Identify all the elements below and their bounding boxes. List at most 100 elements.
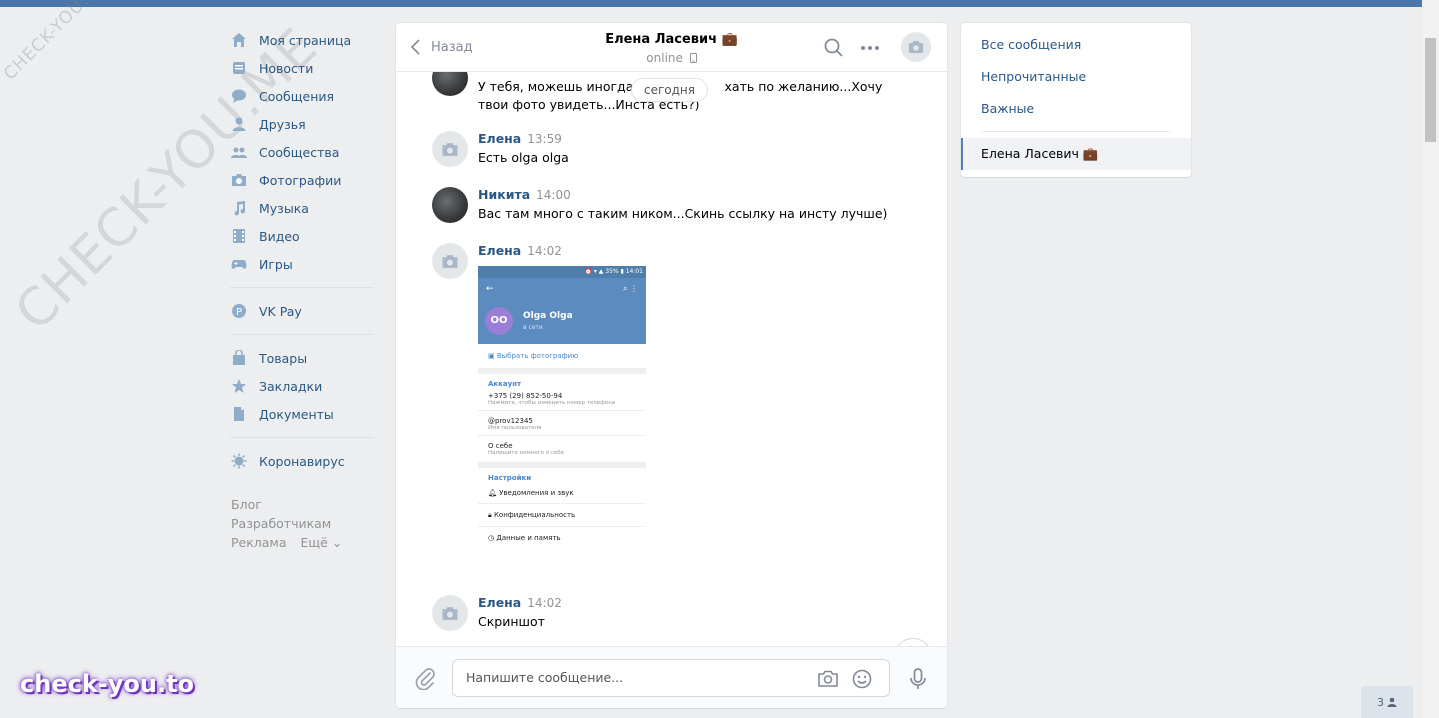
paperclip-icon[interactable] bbox=[414, 666, 436, 690]
bag-icon bbox=[230, 349, 248, 367]
footer-link-blog[interactable]: Блог bbox=[231, 497, 262, 512]
nav-photos[interactable]: Фотографии bbox=[229, 166, 374, 194]
briefcase-icon: 💼 bbox=[721, 32, 738, 47]
profile-avatar: OO bbox=[485, 307, 513, 335]
message-history: У тебя, можешь иногда ко хать по желанию.… bbox=[396, 72, 947, 646]
choose-photo-label: ▣ Выбрать фотографию bbox=[488, 352, 579, 360]
footer-link-more[interactable]: Ещё ⌄ bbox=[301, 535, 343, 550]
top-header-bar bbox=[0, 0, 1422, 7]
attached-screenshot[interactable]: ⏰ ▾ ▲ 35% ▮ 14:01 ← ⌕ ⋮ OO Olga Olga в с… bbox=[478, 266, 646, 572]
search-icon[interactable] bbox=[823, 37, 845, 59]
message-author[interactable]: Елена bbox=[478, 131, 521, 146]
camera-icon bbox=[230, 171, 248, 189]
phone-hint: Нажмите, чтобы изменить номер телефона bbox=[488, 400, 616, 406]
filter-important[interactable]: Важные bbox=[981, 101, 1034, 116]
search-icon: ⌕ ⋮ bbox=[622, 284, 638, 293]
nav-bookmarks[interactable]: Закладки bbox=[229, 372, 374, 400]
message-composer: Напишите сообщение... bbox=[396, 646, 947, 708]
message-time[interactable]: 14:00 bbox=[536, 188, 571, 202]
chat-avatar[interactable] bbox=[901, 32, 931, 62]
watermark-bottom: check-you.to bbox=[20, 670, 195, 698]
active-conversation[interactable]: Елена Ласевич 💼 bbox=[961, 138, 1191, 170]
message-input[interactable]: Напишите сообщение... bbox=[452, 659, 890, 697]
filter-divider bbox=[981, 131, 1171, 132]
camera-icon bbox=[909, 41, 923, 53]
nav-divider bbox=[230, 334, 374, 335]
nav-label: Новости bbox=[259, 60, 314, 76]
message-author[interactable]: Никита bbox=[478, 187, 530, 202]
footer-link-developers[interactable]: Разработчикам bbox=[231, 516, 331, 531]
nav-label: Товары bbox=[259, 350, 308, 366]
nav-vk-pay[interactable]: P VK Pay bbox=[229, 297, 374, 325]
nav-label: Моя страница bbox=[259, 32, 352, 48]
message-author[interactable]: Елена bbox=[478, 595, 521, 610]
nav-label: Друзья bbox=[259, 116, 306, 132]
bell-icon: 🔔︎ bbox=[488, 489, 500, 497]
nav-groups[interactable]: Сообщества bbox=[229, 138, 374, 166]
footer-link-ads[interactable]: Реклама bbox=[231, 535, 287, 550]
mobile-icon bbox=[689, 53, 697, 63]
phone-number: +375 (29) 852-50-94 bbox=[488, 392, 563, 400]
settings-item: Конфиденциальность bbox=[493, 511, 576, 519]
person-icon bbox=[1387, 697, 1397, 707]
nav-games[interactable]: Игры bbox=[229, 250, 374, 278]
groups-icon bbox=[230, 143, 248, 161]
messages-icon bbox=[230, 87, 248, 105]
message-input-placeholder: Напишите сообщение... bbox=[466, 670, 624, 685]
nav-label: Сообщества bbox=[259, 144, 340, 160]
settings-item: Уведомления и звук bbox=[499, 489, 574, 497]
arrow-left-icon: ← bbox=[486, 284, 494, 294]
watermark-small: CHECK-YOU.ME bbox=[0, 0, 113, 85]
gamepad-icon bbox=[230, 255, 248, 273]
avatar[interactable] bbox=[432, 72, 468, 96]
settings-item: Данные и память bbox=[496, 534, 561, 542]
message-text: Вас там много с таким ником...Скинь ссыл… bbox=[478, 206, 888, 221]
footer-links: Блог Разработчикам Реклама Ещё ⌄ bbox=[229, 495, 374, 552]
avatar[interactable] bbox=[432, 131, 468, 167]
more-icon[interactable] bbox=[859, 37, 881, 59]
message-time[interactable]: 13:59 bbox=[527, 132, 562, 146]
nav-news[interactable]: Новости bbox=[229, 54, 374, 82]
settings-header: Настройки bbox=[488, 474, 532, 482]
message-text: Есть olga olga bbox=[478, 150, 569, 165]
nav-messages[interactable]: Сообщения bbox=[229, 82, 374, 110]
nav-my-page[interactable]: Моя страница bbox=[229, 26, 374, 54]
nav-goods[interactable]: Товары bbox=[229, 344, 374, 372]
microphone-icon[interactable] bbox=[907, 667, 929, 691]
nav-music[interactable]: Музыка bbox=[229, 194, 374, 222]
nav-coronavirus[interactable]: Коронавирус bbox=[229, 447, 374, 475]
message-time[interactable]: 14:02 bbox=[527, 244, 562, 258]
online-friends-counter[interactable]: 3 bbox=[1361, 686, 1413, 718]
filter-all-messages[interactable]: Все сообщения bbox=[981, 37, 1081, 52]
nav-label: Документы bbox=[259, 406, 334, 422]
filter-unread[interactable]: Непрочитанные bbox=[981, 69, 1086, 84]
profile-name: Olga Olga bbox=[523, 311, 573, 321]
star-icon bbox=[230, 377, 248, 395]
scrollbar-thumb[interactable] bbox=[1425, 38, 1436, 142]
avatar[interactable] bbox=[432, 243, 468, 279]
about-hint: Напишите немного о себе bbox=[488, 450, 565, 456]
nav-friends[interactable]: Друзья bbox=[229, 110, 374, 138]
nav-label: VK Pay bbox=[259, 303, 302, 319]
chat-panel: Назад Елена Ласевич 💼 online У тебя, мож… bbox=[396, 23, 947, 708]
camera-icon[interactable] bbox=[817, 668, 839, 690]
nav-label: Музыка bbox=[259, 200, 309, 216]
nav-documents[interactable]: Документы bbox=[229, 400, 374, 428]
smile-icon[interactable] bbox=[851, 668, 873, 690]
music-icon bbox=[230, 199, 248, 217]
nav-label: Сообщения bbox=[259, 88, 335, 104]
nav-video[interactable]: Видео bbox=[229, 222, 374, 250]
nav-label: Видео bbox=[259, 228, 300, 244]
message-author[interactable]: Елена bbox=[478, 243, 521, 258]
message-time[interactable]: 14:02 bbox=[527, 596, 562, 610]
account-header: Аккаунт bbox=[488, 380, 522, 388]
friend-icon bbox=[230, 115, 248, 133]
message-text: Скриншот bbox=[478, 614, 545, 629]
scroll-to-bottom-button[interactable] bbox=[894, 638, 932, 646]
status-text: online bbox=[646, 51, 683, 65]
nav-label: Фотографии bbox=[259, 172, 342, 188]
avatar[interactable] bbox=[432, 595, 468, 631]
nav-label: Закладки bbox=[259, 378, 323, 394]
svg-text:P: P bbox=[236, 307, 242, 318]
avatar[interactable] bbox=[432, 187, 468, 223]
